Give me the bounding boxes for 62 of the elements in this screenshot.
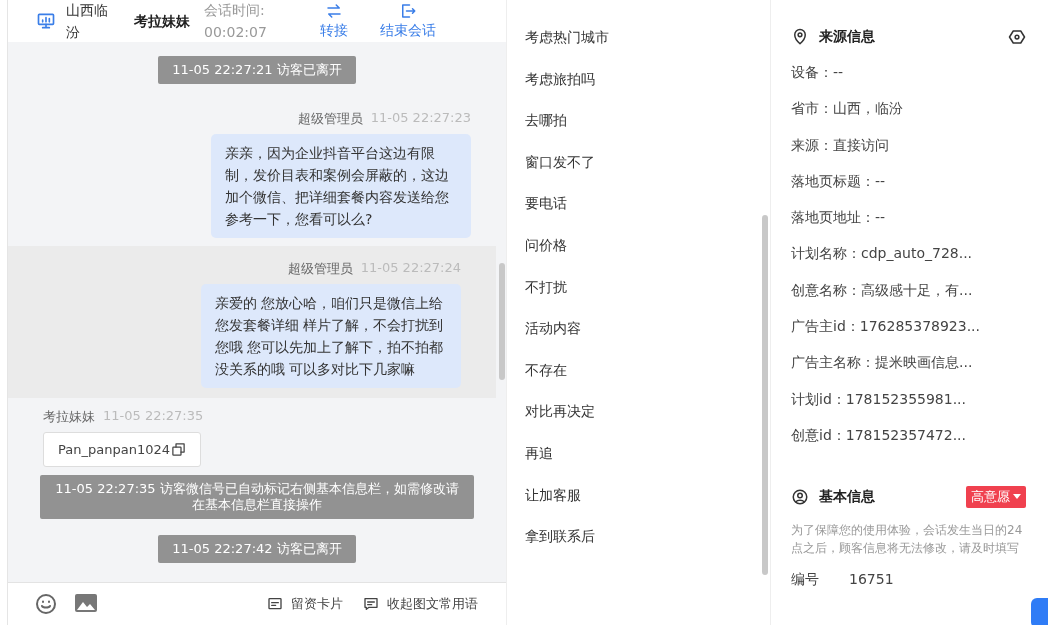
intent-dropdown[interactable]: 高意愿 [966,486,1026,509]
phrase-item[interactable]: 对比再决定 [507,391,770,433]
system-notice: 11-05 22:27:42 访客已离开 [158,535,356,563]
phrase-item[interactable]: 活动内容 [507,308,770,350]
system-notice: 11-05 22:27:21 访客已离开 [158,56,356,84]
image-icon[interactable] [74,592,98,614]
lead-card-button[interactable]: 留资卡片 [267,595,343,613]
phrase-item[interactable]: 拿到联系后 [507,516,770,558]
info-field: 落地页地址：-- [791,199,1026,236]
exit-icon [399,2,417,20]
info-field: 省市：山西，临汾 [791,90,1026,127]
phrase-item[interactable]: 考虑旅拍吗 [507,58,770,101]
phrase-item[interactable]: 让加客服 [507,474,770,517]
info-field: 创意id：178152357472... [791,416,1026,454]
end-session-button[interactable]: 结束会话 [380,2,436,40]
info-field: 广告主id：176285378923... [791,308,1026,345]
sender-name: 超级管理员 [287,260,353,278]
section-title: 来源信息 [819,28,876,46]
message-icon [363,596,379,612]
phrase-item[interactable]: 不存在 [507,349,770,392]
session-time: 会话时间: 00:02:07 [204,1,268,42]
wechat-id-card: Pan_panpan1024 [43,432,201,467]
emoji-icon[interactable] [34,592,58,616]
hexagon-icon[interactable] [1008,28,1026,46]
phrase-item[interactable]: 要电话 [507,183,770,225]
collapse-phrases-button[interactable]: 收起图文常用语 [363,595,478,613]
phrase-item[interactable]: 再追 [507,432,770,475]
copy-icon [170,442,186,457]
field-value: 16751 [849,571,894,590]
swap-icon [325,2,343,20]
scrollbar[interactable] [762,215,768,575]
location-pin-icon [791,28,809,46]
info-field: 计划名称：cdp_auto_728... [791,235,1026,272]
phrase-item[interactable]: 考虑热门城市 [507,17,770,59]
info-field: 创意名称：高级感十足，有... [791,271,1026,309]
user-icon [791,488,809,507]
sender-name: 考拉妹妹 [43,408,95,426]
message-bubble: 亲亲，因为企业抖音平台这边有限制，发价目表和案例会屏蔽的，这边加个微信、把详细套餐内容发送给您参考一下，您看可以么? [211,134,471,238]
monitor-icon [36,11,56,31]
message-time: 11-05 22:27:35 [103,408,204,425]
transfer-button[interactable]: 转接 [320,2,348,40]
phrase-item[interactable]: 不打扰 [507,266,770,309]
info-note: 为了保障您的使用体验，会话发生当日的24点之后，顾客信息将无法修改，请及时填写 [791,522,1024,558]
info-field: 计划id：178152355981... [791,380,1026,417]
info-field: 落地页标题：-- [791,162,1026,200]
visitor-name: 考拉妹妹 [134,13,190,29]
phrase-item[interactable]: 问价格 [507,224,770,267]
field-label: 编号 [791,571,820,590]
info-field: 广告主名称：提米映画信息... [791,344,1026,381]
visitor-location: 山西临汾 [66,1,109,42]
system-notice: 11-05 22:27:35 访客微信号已自动标记右侧基本信息栏，如需修改请在基本信息栏直接操作 [40,475,474,519]
section-title: 基本信息 [819,488,876,507]
phrase-item[interactable]: 窗口发不了 [507,141,770,184]
info-field: 来源：直接访问 [791,126,1026,163]
card-icon [267,596,283,612]
caret-icon [1013,494,1021,501]
info-field: 设备：-- [791,54,1026,91]
message-time: 11-05 22:27:23 [370,110,471,127]
message-bubble: 亲爱的 您放心哈，咱们只是微信上给您发套餐详细 样片了解，不会打扰到您哦 您可以先加上了解下，拍不拍都没关系的哦 可以多对比下几家嘛 [201,284,461,388]
sender-name: 超级管理员 [297,110,363,128]
phrase-item[interactable]: 去哪拍 [507,100,770,142]
scrollbar[interactable] [499,263,505,380]
